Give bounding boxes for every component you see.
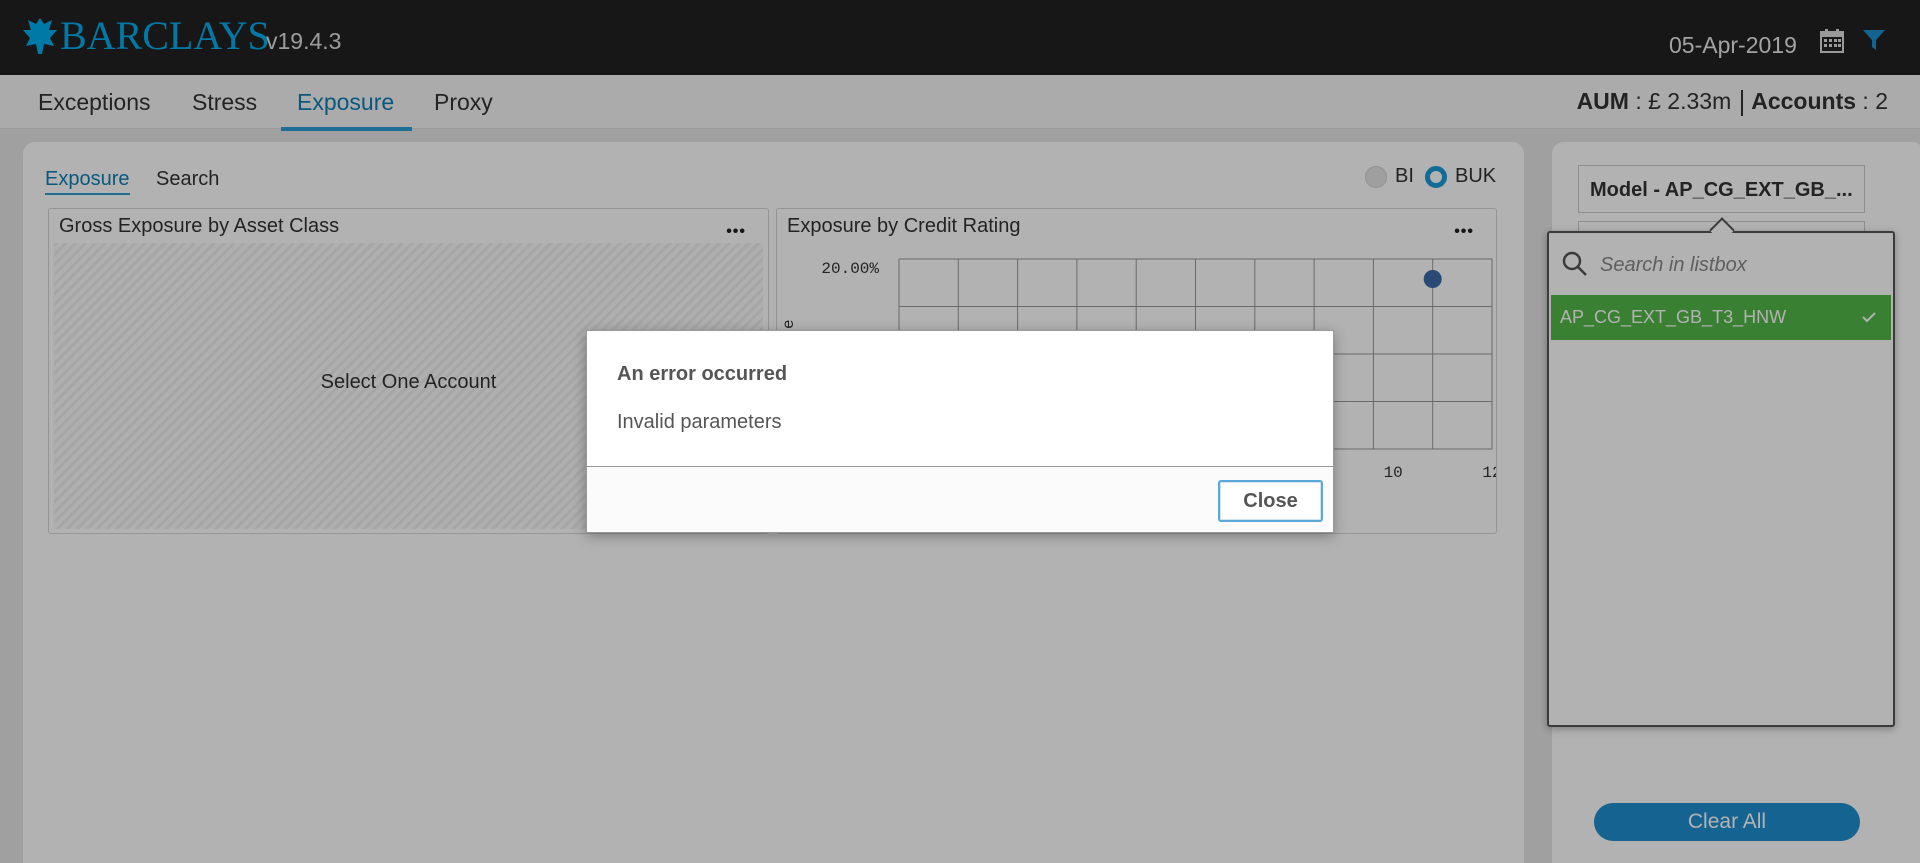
dialog-title: An error occurred <box>617 363 788 385</box>
error-dialog: An error occurred Invalid parameters Clo… <box>586 330 1334 533</box>
dialog-message: Invalid parameters <box>617 411 782 433</box>
dialog-footer: Close <box>587 466 1333 532</box>
close-button[interactable]: Close <box>1218 480 1323 522</box>
